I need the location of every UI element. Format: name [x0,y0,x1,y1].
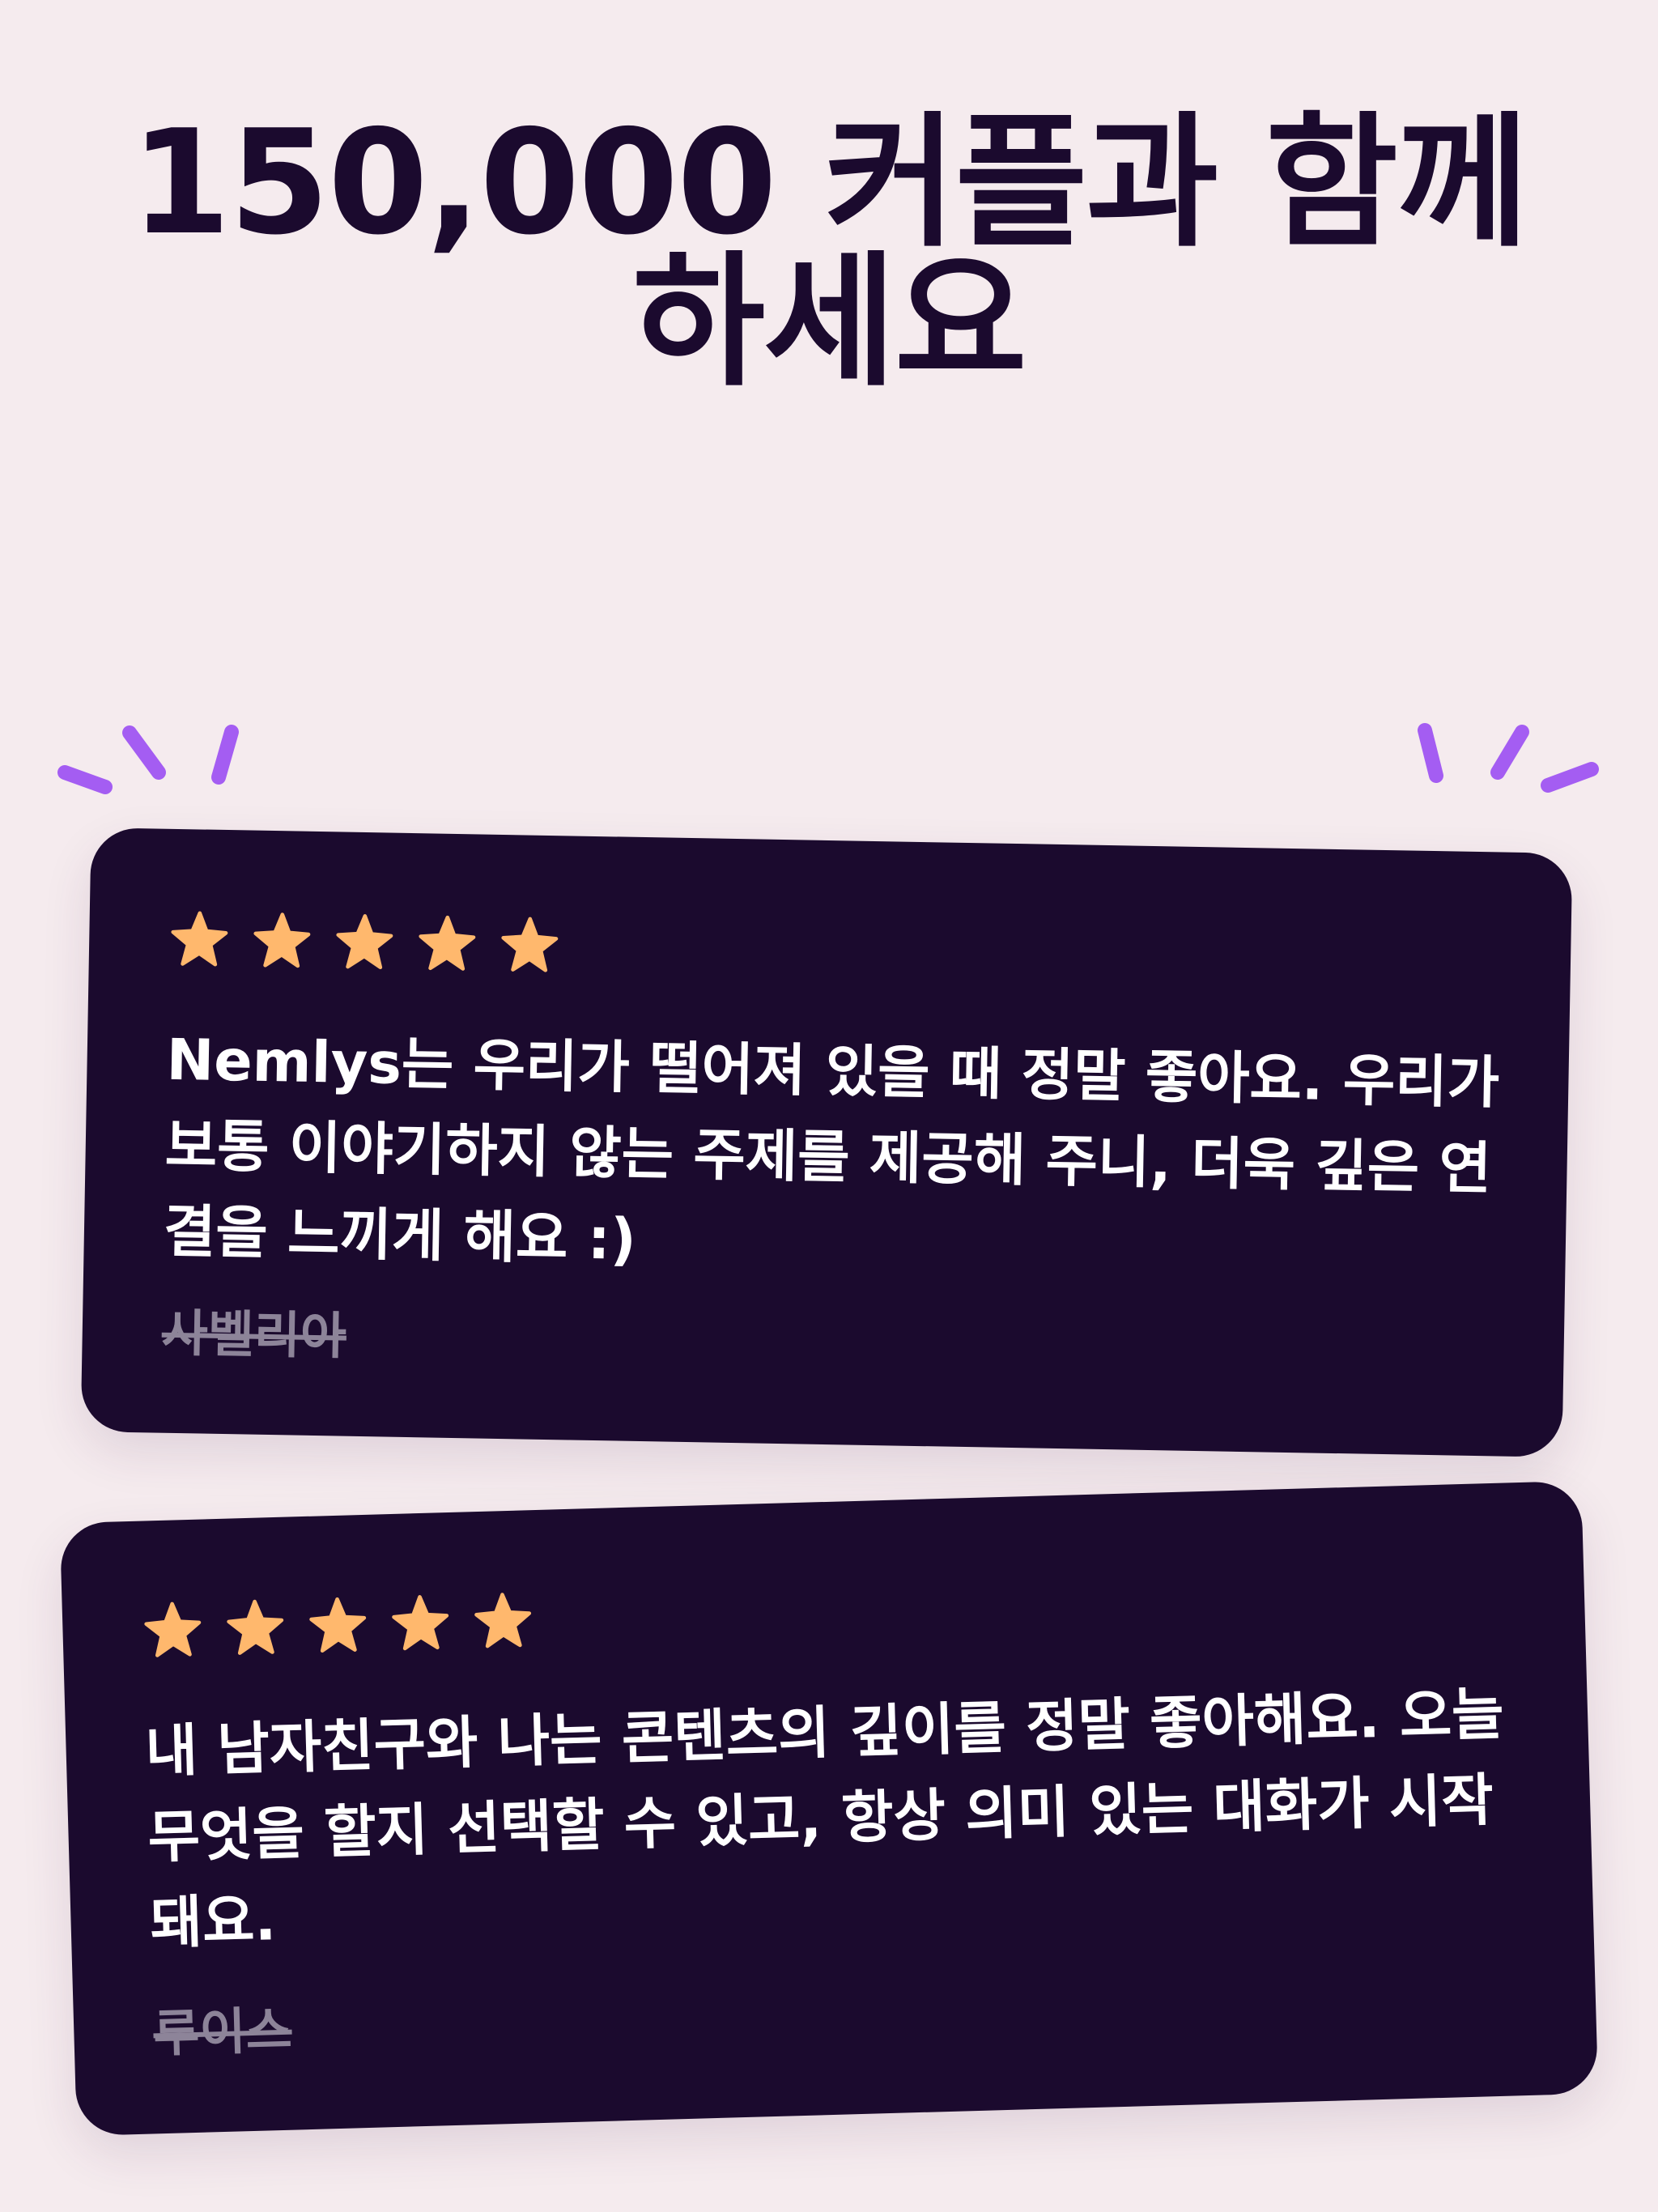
sparkle-right-1 [1418,723,1443,783]
star-icon [309,1597,367,1653]
reviewer-name: 루이스 [152,2000,293,2064]
star-icon [253,912,311,968]
star-icon [392,1595,449,1651]
sparkle-left-2 [122,725,166,780]
star-icon [227,1599,284,1655]
rating-stars-1 [168,908,561,976]
sparkle-left-3 [211,725,239,785]
rating-stars-2 [141,1589,534,1661]
star-icon [144,1602,202,1657]
sparkle-left-1 [57,765,113,794]
page-headline: 150,000 커플과 함께 하세요 [130,99,1528,406]
review-text: Nemlys는 우리가 떨어져 있을 때 정말 좋아요. 우리가 보통 이야기하… [163,1026,1500,1273]
star-icon [171,911,228,967]
star-icon [419,915,476,971]
review-card-2: 내 남자친구와 나는 콘텐츠의 깊이를 정말 좋아해요. 오늘 무엇을 할지 선… [59,1480,1599,2137]
review-card-1: Nemlys는 우리가 떨어져 있을 때 정말 좋아요. 우리가 보통 이야기하… [80,827,1573,1457]
reviewer-name: 사벨리아 [161,1303,347,1366]
sparkle-right-2 [1490,725,1529,780]
review-text: 내 남자친구와 나는 콘텐츠의 깊이를 정말 좋아해요. 오늘 무엇을 할지 선… [144,1680,1505,1957]
star-icon [474,1593,532,1648]
star-icon [501,917,559,972]
sparkle-right-3 [1541,762,1599,793]
star-icon [336,914,393,970]
